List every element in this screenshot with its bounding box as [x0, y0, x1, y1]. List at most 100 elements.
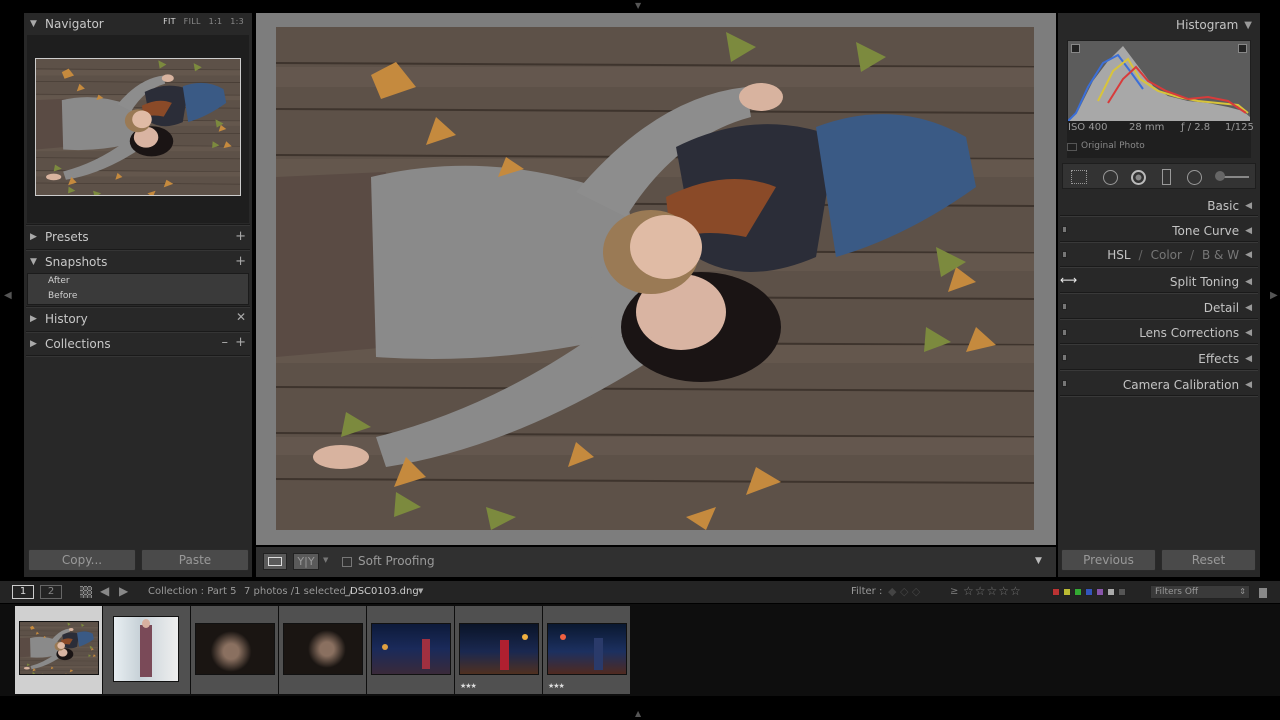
top-panel-arrow[interactable]: ▼: [635, 1, 641, 10]
tone-curve-toggle-switch[interactable]: [1062, 226, 1067, 233]
hsl-toggle-switch[interactable]: [1062, 251, 1067, 258]
left-panel-arrow[interactable]: ◀: [4, 290, 12, 301]
navigator-thumbnail[interactable]: [35, 58, 241, 196]
color-label-filters[interactable]: [1052, 588, 1126, 596]
graduated-filter-tool-icon[interactable]: [1162, 169, 1171, 185]
filmstrip-cell[interactable]: [191, 606, 278, 694]
adjustment-brush-tool-icon[interactable]: [1215, 171, 1249, 181]
bottom-panel-arrow[interactable]: ▲: [635, 709, 641, 718]
separator: [1060, 292, 1258, 294]
main-image-area: [256, 13, 1056, 545]
camera-calibration-toggle-switch[interactable]: [1062, 380, 1067, 387]
filmstrip-cell[interactable]: [103, 606, 190, 694]
filters-off-dropdown[interactable]: Filters Off ⇕: [1150, 585, 1250, 599]
hsl-section-header[interactable]: HSL / Color / B & W ◀: [1107, 248, 1252, 262]
zoom-fill[interactable]: FILL: [184, 17, 201, 26]
effects-section-header[interactable]: Effects ◀: [1198, 352, 1252, 366]
filmstrip-cell[interactable]: ★★★: [543, 606, 630, 694]
reset-button[interactable]: Reset: [1161, 549, 1256, 571]
snapshots-header[interactable]: ▼ Snapshots: [24, 251, 252, 273]
add-snapshot-plus-icon[interactable]: +: [235, 254, 246, 269]
histogram[interactable]: ISO 400 28 mm ƒ / 2.8 1/125 Original Pho…: [1067, 40, 1254, 158]
zoom-fit[interactable]: FIT: [163, 17, 176, 26]
shadow-clipping-icon[interactable]: [1071, 44, 1080, 53]
before-after-dropdown-icon[interactable]: ▼: [323, 556, 328, 564]
no-label-swatch[interactable]: [1118, 588, 1126, 596]
rating-comparator-icon[interactable]: ≥: [950, 586, 958, 597]
collections-header[interactable]: ▶ Collections: [24, 333, 252, 355]
filmstrip-cell[interactable]: [15, 606, 102, 694]
radial-filter-tool-icon[interactable]: [1187, 170, 1202, 185]
history-header[interactable]: ▶ History: [24, 308, 252, 330]
yellow-label-swatch[interactable]: [1063, 588, 1071, 596]
original-photo-checkbox[interactable]: [1067, 143, 1077, 151]
toolbar-dropdown-icon[interactable]: ▼: [1035, 556, 1042, 566]
zoom-1-3[interactable]: 1:3: [230, 17, 244, 26]
clear-history-close-icon[interactable]: ✕: [236, 310, 246, 324]
soft-proofing-checkbox[interactable]: [342, 557, 352, 567]
effects-toggle-switch[interactable]: [1062, 354, 1067, 361]
filmstrip-cell[interactable]: [367, 606, 454, 694]
copy-button[interactable]: Copy...: [28, 549, 136, 571]
navigator-title: Navigator: [45, 17, 104, 31]
remove-collection-minus-icon[interactable]: –: [222, 335, 229, 350]
red-eye-tool-icon[interactable]: [1131, 170, 1146, 185]
histogram-header[interactable]: Histogram ▼: [1176, 18, 1252, 32]
rating-filter-stars[interactable]: ☆☆☆☆☆: [963, 584, 1022, 598]
primary-screen-button[interactable]: 1: [12, 585, 34, 599]
collection-source-label[interactable]: Collection : Part 5: [148, 586, 236, 597]
red-label-swatch[interactable]: [1052, 588, 1060, 596]
flag-filter-icons[interactable]: ◆ ◇ ◇: [888, 585, 920, 598]
loupe-view-icon[interactable]: [263, 553, 287, 570]
tone-curve-section-header[interactable]: Tone Curve ◀: [1172, 224, 1252, 238]
main-photo[interactable]: [276, 27, 1034, 530]
zoom-1-1[interactable]: 1:1: [209, 17, 223, 26]
focal-length-value: 28 mm: [1129, 122, 1165, 133]
secondary-screen-button[interactable]: 2: [40, 585, 62, 599]
add-collection-plus-icon[interactable]: +: [235, 335, 246, 350]
split-toning-section-header[interactable]: Split Toning ◀: [1170, 275, 1252, 289]
green-label-swatch[interactable]: [1074, 588, 1082, 596]
camera-calibration-section-header[interactable]: Camera Calibration ◀: [1123, 378, 1252, 392]
filter-lock-icon[interactable]: [1259, 588, 1267, 598]
paste-button[interactable]: Paste: [141, 549, 249, 571]
filename-label[interactable]: _DSC0103.dng: [345, 586, 419, 597]
right-panel-arrow[interactable]: ▶: [1270, 290, 1278, 301]
collapse-left-triangle-icon: ◀: [1245, 250, 1252, 260]
crop-tool-icon[interactable]: [1071, 170, 1087, 184]
iso-value: ISO 400: [1068, 122, 1108, 133]
detail-section-header[interactable]: Detail ◀: [1204, 301, 1252, 315]
purple-label-swatch[interactable]: [1096, 588, 1104, 596]
basic-section-header[interactable]: Basic ◀: [1207, 199, 1252, 213]
shutter-speed-value: 1/125: [1225, 122, 1254, 133]
detail-toggle-switch[interactable]: [1062, 303, 1067, 310]
forward-arrow-icon[interactable]: ▶: [119, 584, 128, 598]
bw-tab[interactable]: B & W: [1202, 248, 1239, 262]
back-arrow-icon[interactable]: ◀: [100, 584, 109, 598]
before-after-view-icon[interactable]: Y|Y: [293, 553, 319, 570]
filename-dropdown-icon[interactable]: ▼: [418, 587, 423, 595]
highlight-clipping-icon[interactable]: [1238, 44, 1247, 53]
separator: [1060, 266, 1258, 268]
expand-triangle-icon: ▶: [30, 232, 37, 242]
filmstrip-cell[interactable]: ★★★: [455, 606, 542, 694]
lens-corrections-toggle-switch[interactable]: [1062, 329, 1067, 336]
presets-header[interactable]: ▶ Presets: [24, 226, 252, 248]
separator: [1060, 318, 1258, 320]
lens-corrections-section-header[interactable]: Lens Corrections ◀: [1139, 326, 1252, 340]
add-preset-plus-icon[interactable]: +: [235, 229, 246, 244]
snapshot-item-before[interactable]: Before: [28, 289, 248, 304]
custom-label-swatch[interactable]: [1107, 588, 1115, 596]
grid-view-icon[interactable]: [80, 586, 92, 598]
tone-curve-title: Tone Curve: [1172, 224, 1240, 238]
previous-button[interactable]: Previous: [1061, 549, 1156, 571]
toolbar: Y|Y ▼ Soft Proofing ▼: [256, 547, 1056, 577]
separator: [26, 355, 250, 357]
color-tab[interactable]: Color: [1151, 248, 1182, 262]
spot-removal-tool-icon[interactable]: [1103, 170, 1118, 185]
blue-label-swatch[interactable]: [1085, 588, 1093, 596]
snapshot-item-after[interactable]: After: [28, 274, 248, 289]
filmstrip-cell[interactable]: [279, 606, 366, 694]
star-rating: ★★★: [460, 682, 477, 690]
hsl-tab[interactable]: HSL: [1107, 248, 1130, 262]
